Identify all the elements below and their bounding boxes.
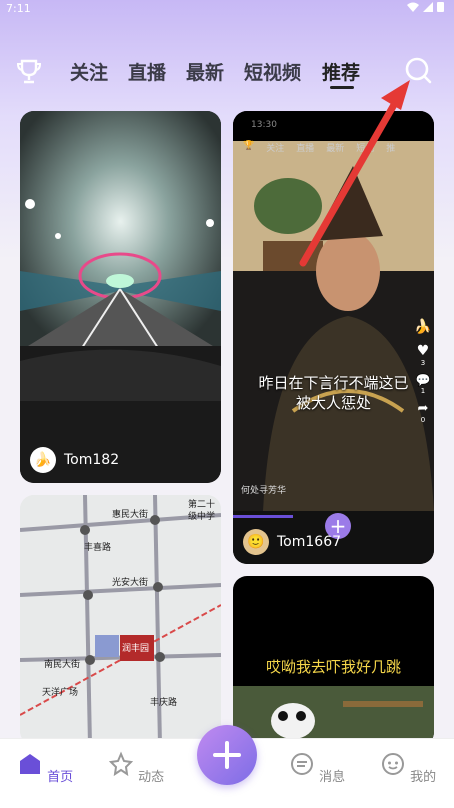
inner-trophy-icon: 🏆 [243,141,255,151]
tab-recommend[interactable]: 推荐 [322,58,360,85]
map-thumbnail [20,495,221,745]
inner-tab: 推 [386,144,396,154]
share-icon[interactable]: ➦ [413,401,433,416]
star-icon [108,751,134,777]
nav-mine[interactable]: 我的 [378,751,438,785]
map-label: 级中学 [188,512,216,522]
tab-live[interactable]: 直播 [128,58,166,85]
inner-tab: 短视 [356,144,375,154]
map-label: 丰庆路 [150,698,178,708]
inner-tab: 关注 [266,144,285,154]
map-label: 惠民大街 [112,510,149,520]
subtitle-overlay: 昨日在下言行不端这已 被大人惩处 [243,373,424,413]
panda-thumbnail [233,686,434,746]
signal-icon [423,1,433,12]
plus-icon [213,741,241,769]
nav-messages-label: 消息 [319,770,346,785]
video-watermark: 何处寻芳华 [241,486,287,496]
nav-moments-label: 动态 [138,770,165,785]
nav-messages[interactable]: 消息 [287,751,347,785]
inner-status-time: 13:30 [251,120,277,130]
nav-home[interactable]: 首页 [15,751,75,785]
tab-follow[interactable]: 关注 [70,58,108,85]
subtitle-line-1: 昨日在下言行不端这已 [258,374,409,392]
video-card-4[interactable]: 哎呦我去吓我好几跳 [233,576,434,746]
nav-home-label: 首页 [47,770,74,785]
like-count: 3 [420,359,426,367]
video-card-2[interactable]: 13:30 🏆 关注 直播 最新 短视 推 昨日在下言行不端这已 被大人惩处 何… [233,111,434,564]
comment-count: 1 [420,387,426,395]
card-1-author[interactable]: 🍌 Tom182 [30,447,119,473]
message-icon [290,753,313,775]
trophy-icon[interactable] [14,56,44,86]
video-card-1[interactable]: 🍌 Tom182 [20,111,221,483]
map-label: 丰喜路 [84,543,112,553]
publish-button[interactable] [197,725,257,785]
map-label: 光安大街 [112,578,149,588]
card-2-author-name: Tom1667 [277,534,342,550]
drama-thumbnail [233,111,434,564]
tunnel-thumbnail [20,111,221,483]
status-icons [407,1,444,12]
share-count: 0 [420,416,426,424]
inner-tab: 最新 [326,144,345,154]
battery-icon [437,2,444,12]
map-label: 润丰园 [122,644,150,654]
status-time: 7:11 [6,2,31,15]
top-navigation: 关注 直播 最新 短视频 推荐 [0,50,454,90]
inner-tab: 直播 [296,144,315,154]
banana-avatar-icon: 🍌 [30,447,56,473]
avatar-icon: 🙂 [243,529,269,555]
tab-short-video[interactable]: 短视频 [244,58,301,85]
inner-tab-row: 🏆 关注 直播 最新 短视 推 [243,141,395,154]
status-bar: 7:11 [0,0,454,18]
side-banana-icon[interactable]: 🍌 [413,319,433,335]
like-icon[interactable]: ♥ [413,343,433,359]
search-icon[interactable] [402,54,434,86]
profile-icon [381,753,404,775]
wifi-icon [407,2,419,12]
nav-moments[interactable]: 动态 [106,751,166,785]
card-1-author-name: Tom182 [64,452,120,468]
map-label: 天洋广场 [42,688,79,698]
subtitle-line-2: 被大人惩处 [295,394,371,412]
map-card[interactable]: 惠民大街 丰喜路 光安大街 南民大街 天洋广场 润丰园 第二十 级中学 丰庆路 [20,495,221,745]
panda-caption: 哎呦我去吓我好几跳 [265,658,401,676]
tab-latest[interactable]: 最新 [186,58,224,85]
card-2-author[interactable]: 🙂 Tom1667 [243,529,341,555]
nav-mine-label: 我的 [410,770,437,785]
side-actions: 🍌 ♥ 3 💬 1 ➦ 0 [413,319,433,424]
home-icon [19,754,40,774]
map-label: 南民大街 [44,660,81,670]
comment-icon[interactable]: 💬 [413,373,433,387]
active-tab-indicator [330,86,354,89]
